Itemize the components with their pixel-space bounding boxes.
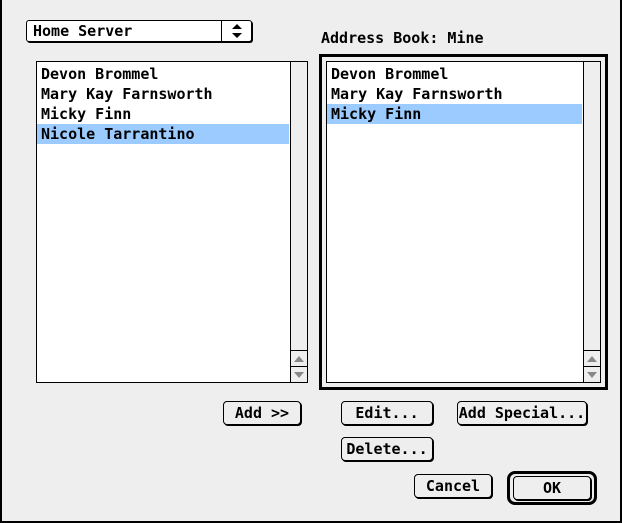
popup-divider [221, 21, 222, 41]
server-popup-label: Home Server [33, 22, 133, 40]
left-scrollbar[interactable] [290, 62, 307, 382]
address-book-dialog: Home Server Address Book: Mine Devon Bro… [0, 0, 622, 523]
right-scrollbar[interactable] [583, 62, 600, 382]
default-button-ring: OK [507, 471, 597, 505]
list-item[interactable]: Micky Finn [327, 104, 582, 124]
address-book-title: Address Book: Mine [321, 29, 484, 47]
server-address-list[interactable]: Devon Brommel Mary Kay Farnsworth Micky … [36, 61, 308, 383]
scroll-down-arrow-icon[interactable] [584, 366, 600, 382]
delete-button[interactable]: Delete... [341, 437, 433, 461]
scroll-up-arrow-icon[interactable] [291, 350, 307, 366]
list-item[interactable]: Mary Kay Farnsworth [37, 84, 289, 104]
server-popup-menu[interactable]: Home Server [26, 20, 252, 42]
up-down-arrows-icon [225, 22, 249, 40]
edit-button[interactable]: Edit... [341, 401, 433, 425]
list-item[interactable]: Micky Finn [37, 104, 289, 124]
ok-button[interactable]: OK [513, 476, 591, 500]
my-address-list[interactable]: Devon Brommel Mary Kay Farnsworth Micky … [326, 61, 601, 383]
add-button[interactable]: Add >> [223, 401, 301, 425]
cancel-button[interactable]: Cancel [414, 474, 492, 498]
server-address-items: Devon Brommel Mary Kay Farnsworth Micky … [37, 64, 289, 144]
list-item[interactable]: Nicole Tarrantino [37, 124, 289, 144]
list-item[interactable]: Devon Brommel [37, 64, 289, 84]
list-item[interactable]: Devon Brommel [327, 64, 582, 84]
scroll-down-arrow-icon[interactable] [291, 366, 307, 382]
scroll-up-arrow-icon[interactable] [584, 350, 600, 366]
list-item[interactable]: Mary Kay Farnsworth [327, 84, 582, 104]
add-special-button[interactable]: Add Special... [457, 401, 587, 425]
my-address-items: Devon Brommel Mary Kay Farnsworth Micky … [327, 64, 582, 124]
